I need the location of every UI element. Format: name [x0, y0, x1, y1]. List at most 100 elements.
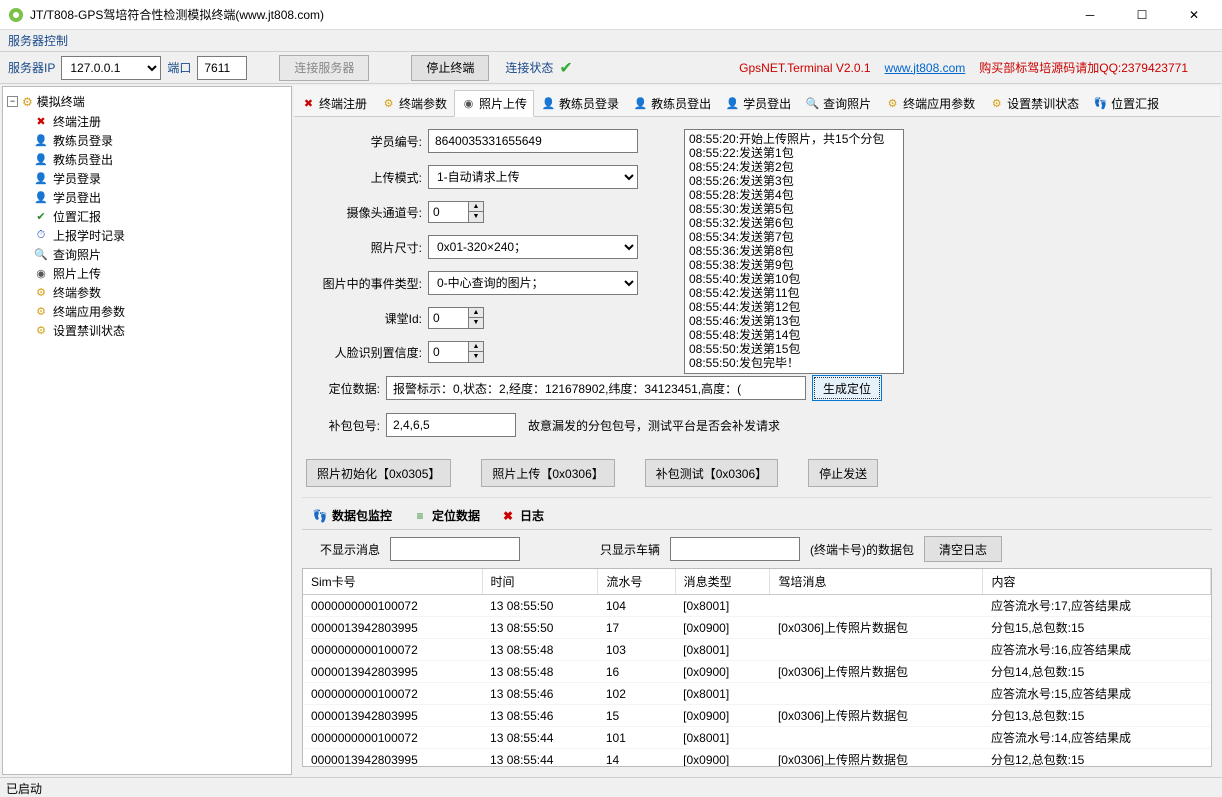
table-cell: 15: [598, 705, 675, 727]
tree-item-label: 查询照片: [53, 246, 101, 263]
tab[interactable]: ◉照片上传: [454, 90, 534, 117]
student-no-label: 学员编号:: [302, 133, 422, 150]
position-data-input[interactable]: [386, 376, 806, 400]
tree-item[interactable]: 👤教练员登录: [33, 131, 287, 150]
resend-input[interactable]: [386, 413, 516, 437]
server-ip-combo[interactable]: 127.0.0.1: [61, 56, 161, 80]
tab[interactable]: ⚙设置禁训状态: [982, 90, 1086, 116]
table-row[interactable]: 000000000010007213 08:55:48103[0x8001]应答…: [303, 639, 1211, 661]
log-line: 08:55:40:发送第10包: [689, 272, 899, 286]
status-text: 已启动: [6, 782, 42, 796]
tree-item[interactable]: 👤学员登录: [33, 169, 287, 188]
tree-item-icon: 🔍: [33, 247, 49, 263]
maximize-button[interactable]: ☐: [1122, 1, 1162, 29]
tree-item-icon: ⏱: [33, 228, 49, 244]
packet-grid[interactable]: Sim卡号时间流水号消息类型驾培消息内容 000000000010007213 …: [302, 568, 1212, 767]
tree-item[interactable]: ⚙终端应用参数: [33, 302, 287, 321]
event-type-select[interactable]: 0-中心查询的图片；: [428, 271, 638, 295]
photo-init-button[interactable]: 照片初始化【0x0305】: [306, 459, 451, 487]
tab-label: 教练员登录: [559, 95, 619, 112]
tree-expander-icon[interactable]: −: [7, 96, 18, 107]
chevron-up-icon: ▲: [469, 202, 483, 212]
camera-channel-stepper[interactable]: ▲▼: [428, 201, 484, 223]
table-cell: 13 08:55:50: [482, 617, 598, 639]
tab[interactable]: 🔍查询照片: [798, 90, 878, 116]
lesson-id-stepper[interactable]: ▲▼: [428, 307, 484, 329]
table-row[interactable]: 000001394280399513 08:55:4414[0x0900][0x…: [303, 749, 1211, 768]
tree-item-label: 位置汇报: [53, 208, 101, 225]
upload-log[interactable]: 08:55:20:开始上传照片，共15个分包08:55:22:发送第1包08:5…: [684, 129, 904, 374]
promo-text: 购买部标驾培源码请加QQ:2379423771: [979, 59, 1188, 76]
table-row[interactable]: 000001394280399513 08:55:5017[0x0900][0x…: [303, 617, 1211, 639]
student-no-input[interactable]: [428, 129, 638, 153]
tree-item-icon: 👤: [33, 152, 49, 168]
tab-icon: ⚙: [885, 96, 900, 111]
position-data-label: 定位数据:: [302, 380, 380, 397]
table-row[interactable]: 000001394280399513 08:55:4615[0x0900][0x…: [303, 705, 1211, 727]
column-header[interactable]: 消息类型: [675, 569, 770, 595]
menu-server-control[interactable]: 服务器控制: [8, 34, 68, 48]
tree-root[interactable]: − ⚙ 模拟终端: [7, 93, 287, 110]
tab[interactable]: ✖终端注册: [294, 90, 374, 116]
tree-item[interactable]: ⚙终端参数: [33, 283, 287, 302]
connect-button[interactable]: 连接服务器: [279, 55, 369, 81]
clear-log-button[interactable]: 清空日志: [924, 536, 1002, 562]
bottom-tab-label: 日志: [520, 507, 544, 524]
table-cell: [0x8001]: [675, 683, 770, 705]
tab-icon: 🔍: [805, 96, 820, 111]
resend-test-button[interactable]: 补包测试【0x0306】: [645, 459, 778, 487]
sidebar: − ⚙ 模拟终端 ✖终端注册👤教练员登录👤教练员登出👤学员登录👤学员登出✔位置汇…: [2, 86, 292, 775]
tree-item[interactable]: 👤学员登出: [33, 188, 287, 207]
table-cell: [0x8001]: [675, 595, 770, 617]
table-row[interactable]: 000000000010007213 08:55:50104[0x8001]应答…: [303, 595, 1211, 617]
table-row[interactable]: 000001394280399513 08:55:4816[0x0900][0x…: [303, 661, 1211, 683]
column-header[interactable]: 流水号: [598, 569, 675, 595]
column-header[interactable]: 时间: [482, 569, 598, 595]
tab[interactable]: 👤教练员登出: [626, 90, 718, 116]
photo-upload-button[interactable]: 照片上传【0x0306】: [481, 459, 614, 487]
filter-vehicle-input[interactable]: [670, 537, 800, 561]
log-line: 08:55:48:发送第14包: [689, 328, 899, 342]
generate-position-button[interactable]: 生成定位: [812, 375, 882, 401]
table-cell: 13 08:55:46: [482, 705, 598, 727]
tree-item-label: 终端注册: [53, 113, 101, 130]
tab-icon: ✖: [301, 96, 316, 111]
tree-item[interactable]: ◉照片上传: [33, 264, 287, 283]
tree-item[interactable]: ⏱上报学时记录: [33, 226, 287, 245]
filter-hide-input[interactable]: [390, 537, 520, 561]
tab-icon: ⚙: [989, 96, 1004, 111]
stop-terminal-button[interactable]: 停止终端: [411, 55, 489, 81]
tree-item-label: 设置禁训状态: [53, 322, 125, 339]
log-line: 08:55:24:发送第2包: [689, 160, 899, 174]
tree-item[interactable]: 🔍查询照片: [33, 245, 287, 264]
close-button[interactable]: ✕: [1174, 1, 1214, 29]
minimize-button[interactable]: ─: [1070, 1, 1110, 29]
column-header[interactable]: 内容: [983, 569, 1211, 595]
table-cell: 13 08:55:50: [482, 595, 598, 617]
tab[interactable]: ⚙终端参数: [374, 90, 454, 116]
table-row[interactable]: 000000000010007213 08:55:46102[0x8001]应答…: [303, 683, 1211, 705]
tab[interactable]: ⚙终端应用参数: [878, 90, 982, 116]
tree-item[interactable]: ✔位置汇报: [33, 207, 287, 226]
table-row[interactable]: 000000000010007213 08:55:44101[0x8001]应答…: [303, 727, 1211, 749]
tab[interactable]: 👤学员登出: [718, 90, 798, 116]
column-header[interactable]: Sim卡号: [303, 569, 482, 595]
table-cell: [770, 595, 983, 617]
bottom-tab[interactable]: ≡定位数据: [406, 504, 486, 527]
tab[interactable]: 👣位置汇报: [1086, 90, 1166, 116]
tree-item[interactable]: ⚙设置禁训状态: [33, 321, 287, 340]
table-cell: 应答流水号:14,应答结果成: [983, 727, 1211, 749]
photo-size-select[interactable]: 0x01-320×240；: [428, 235, 638, 259]
tree-item[interactable]: ✖终端注册: [33, 112, 287, 131]
brand-link[interactable]: www.jt808.com: [885, 61, 966, 75]
bottom-tab[interactable]: ✖日志: [494, 504, 550, 527]
tree-item-label: 终端参数: [53, 284, 101, 301]
upload-mode-select[interactable]: 1-自动请求上传: [428, 165, 638, 189]
tree-item[interactable]: 👤教练员登出: [33, 150, 287, 169]
column-header[interactable]: 驾培消息: [770, 569, 983, 595]
stop-send-button[interactable]: 停止发送: [808, 459, 878, 487]
bottom-tab[interactable]: 👣数据包监控: [306, 504, 398, 527]
face-conf-stepper[interactable]: ▲▼: [428, 341, 484, 363]
port-input[interactable]: [197, 56, 247, 80]
tab[interactable]: 👤教练员登录: [534, 90, 626, 116]
